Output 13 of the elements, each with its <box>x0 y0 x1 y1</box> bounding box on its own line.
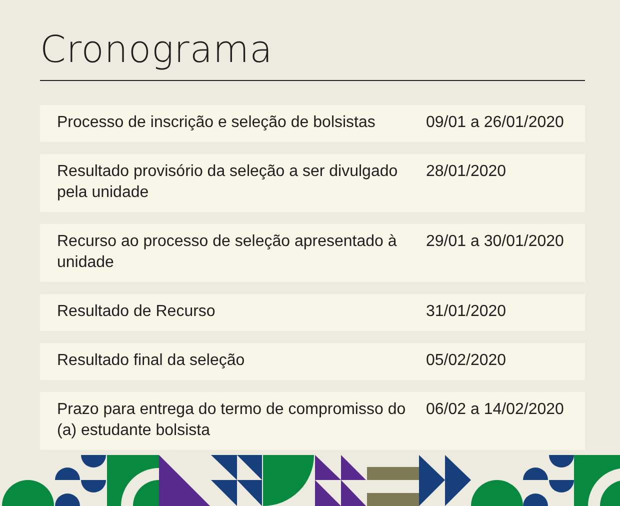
event-label: Resultado provisório da seleção a ser divulgado pela unidade <box>57 162 399 203</box>
date-label: 09/01 a 26/01/2020 <box>426 113 565 133</box>
date-label: 06/02 a 14/02/2020 <box>426 400 565 420</box>
page-title: Cronograma <box>40 28 273 72</box>
date-label: 29/01 a 30/01/2020 <box>426 232 565 252</box>
event-label: Resultado de Recurso <box>57 302 216 322</box>
event-label: Processo de inscrição e seleção de bolsistas <box>57 113 376 133</box>
event-label: Resultado final da seleção <box>57 351 246 371</box>
event-label: Recurso ao processo de seleção apresentado à unidade <box>57 232 398 273</box>
event-label: Prazo para entrega do termo de compromisso do (a) estudante bolsista <box>57 400 407 441</box>
date-label: 05/02/2020 <box>426 351 508 371</box>
date-label: 31/01/2020 <box>426 302 508 322</box>
date-label: 28/01/2020 <box>426 162 508 182</box>
